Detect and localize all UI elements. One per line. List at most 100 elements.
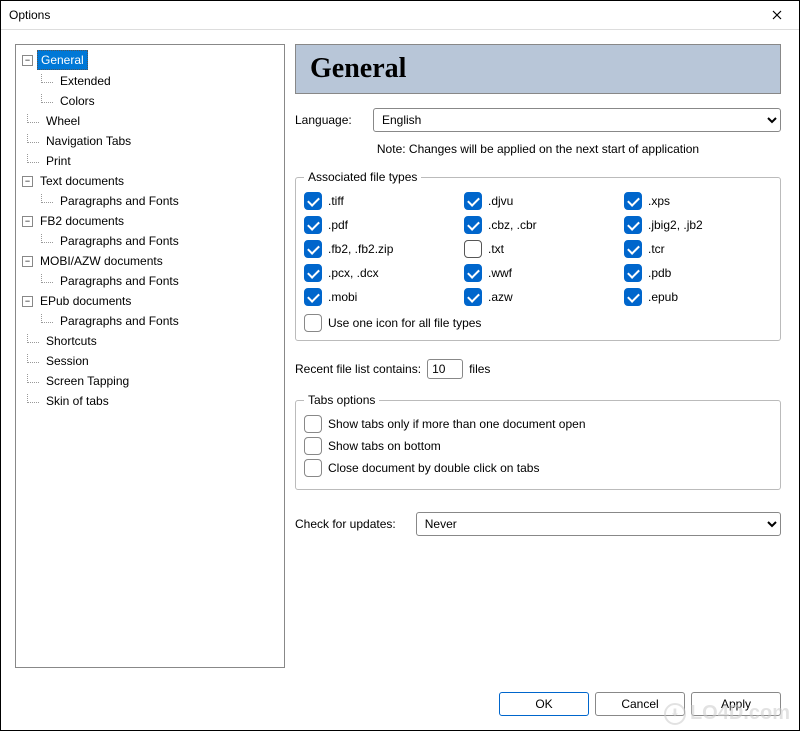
tree-leader-icon <box>41 274 53 283</box>
filetype-label: .cbz, .cbr <box>488 218 537 232</box>
recent-files-input[interactable] <box>427 359 463 379</box>
tree-item-label[interactable]: Shortcuts <box>43 332 100 350</box>
filetype-checkbox[interactable] <box>624 288 642 306</box>
use-one-icon-checkbox[interactable] <box>304 314 322 332</box>
tree-item-label[interactable]: Print <box>43 152 74 170</box>
tree-item-label[interactable]: Session <box>43 352 92 370</box>
filetype-checkbox[interactable] <box>464 216 482 234</box>
tree-collapse-icon[interactable]: − <box>22 256 33 267</box>
filetype-checkbox[interactable] <box>464 264 482 282</box>
dialog-content: −GeneralExtendedColorsWheelNavigation Ta… <box>1 30 799 682</box>
filetypes-group: Associated file types .tiff.djvu.xps.pdf… <box>295 170 781 341</box>
filetype-checkbox[interactable] <box>624 192 642 210</box>
tree-item-label[interactable]: Wheel <box>43 112 83 130</box>
filetype-label: .pdb <box>648 266 671 280</box>
tree-item[interactable]: Extended <box>34 71 282 91</box>
filetype-row: .azw <box>464 288 612 306</box>
tabs-option-label: Close document by double click on tabs <box>328 461 539 475</box>
filetype-row: .djvu <box>464 192 612 210</box>
recent-files-row: Recent file list contains: files <box>295 359 781 379</box>
tree-item-label[interactable]: Colors <box>57 92 98 110</box>
tree-item-label[interactable]: Extended <box>57 72 114 90</box>
tree-item[interactable]: Paragraphs and Fonts <box>34 231 282 251</box>
tree-item[interactable]: Skin of tabs <box>20 391 282 411</box>
tabs-option-checkbox[interactable] <box>304 437 322 455</box>
filetype-label: .djvu <box>488 194 513 208</box>
filetype-checkbox[interactable] <box>304 240 322 258</box>
filetype-checkbox[interactable] <box>624 240 642 258</box>
tree-item[interactable]: Screen Tapping <box>20 371 282 391</box>
tree-item[interactable]: Colors <box>34 91 282 111</box>
filetype-checkbox[interactable] <box>624 216 642 234</box>
tree-item-label[interactable]: Paragraphs and Fonts <box>57 192 182 210</box>
tree-item-label[interactable]: MOBI/AZW documents <box>37 252 166 270</box>
tree-item[interactable]: −MOBI/AZW documents <box>20 251 282 271</box>
tree-item[interactable]: Wheel <box>20 111 282 131</box>
tree-item[interactable]: Paragraphs and Fonts <box>34 271 282 291</box>
filetype-label: .epub <box>648 290 678 304</box>
tree-item-label[interactable]: Paragraphs and Fonts <box>57 232 182 250</box>
tree-item[interactable]: −EPub documents <box>20 291 282 311</box>
tree-item-label[interactable]: General <box>37 50 88 70</box>
category-tree[interactable]: −GeneralExtendedColorsWheelNavigation Ta… <box>18 49 282 411</box>
tree-item-label[interactable]: EPub documents <box>37 292 134 310</box>
cancel-button[interactable]: Cancel <box>595 692 685 716</box>
use-one-icon-label: Use one icon for all file types <box>328 316 481 330</box>
tree-item[interactable]: −Text documents <box>20 171 282 191</box>
tree-item[interactable]: −FB2 documents <box>20 211 282 231</box>
tree-item-label[interactable]: Text documents <box>37 172 127 190</box>
tree-collapse-icon[interactable]: − <box>22 55 33 66</box>
language-select[interactable]: English <box>373 108 781 132</box>
tree-collapse-icon[interactable]: − <box>22 296 33 307</box>
filetype-checkbox[interactable] <box>304 192 322 210</box>
tree-item-label[interactable]: Skin of tabs <box>43 392 112 410</box>
filetype-row: .wwf <box>464 264 612 282</box>
tree-item[interactable]: −General <box>20 49 282 71</box>
tree-leader-icon <box>27 114 39 123</box>
dialog-button-bar: OK Cancel Apply <box>1 682 799 730</box>
tree-leader-icon <box>41 314 53 323</box>
filetypes-legend: Associated file types <box>304 170 421 184</box>
tabs-option-checkbox[interactable] <box>304 459 322 477</box>
filetype-label: .xps <box>648 194 670 208</box>
tree-item-label[interactable]: Screen Tapping <box>43 372 132 390</box>
filetype-label: .azw <box>488 290 513 304</box>
settings-panel: General Language: English Note: Changes … <box>295 44 785 668</box>
category-tree-panel: −GeneralExtendedColorsWheelNavigation Ta… <box>15 44 285 668</box>
updates-select[interactable]: Never <box>416 512 781 536</box>
ok-button[interactable]: OK <box>499 692 589 716</box>
apply-button[interactable]: Apply <box>691 692 781 716</box>
filetype-checkbox[interactable] <box>304 288 322 306</box>
filetype-checkbox[interactable] <box>304 264 322 282</box>
tree-item[interactable]: Session <box>20 351 282 371</box>
tree-leader-icon <box>27 374 39 383</box>
tabs-option-label: Show tabs only if more than one document… <box>328 417 586 431</box>
tabs-option-checkbox[interactable] <box>304 415 322 433</box>
tabs-option-row: Show tabs on bottom <box>304 437 772 455</box>
use-one-icon-row: Use one icon for all file types <box>304 314 772 332</box>
tree-collapse-icon[interactable]: − <box>22 216 33 227</box>
tree-item-label[interactable]: Paragraphs and Fonts <box>57 272 182 290</box>
tree-item[interactable]: Paragraphs and Fonts <box>34 311 282 331</box>
tree-leader-icon <box>41 94 53 103</box>
filetype-row: .xps <box>624 192 772 210</box>
tree-item-label[interactable]: FB2 documents <box>37 212 127 230</box>
filetype-checkbox[interactable] <box>464 192 482 210</box>
updates-row: Check for updates: Never <box>295 512 781 536</box>
filetype-checkbox[interactable] <box>624 264 642 282</box>
filetype-checkbox[interactable] <box>464 240 482 258</box>
tree-item-label[interactable]: Navigation Tabs <box>43 132 134 150</box>
close-button[interactable] <box>763 5 791 25</box>
tree-item[interactable]: Shortcuts <box>20 331 282 351</box>
page-header: General <box>295 44 781 94</box>
tree-item[interactable]: Paragraphs and Fonts <box>34 191 282 211</box>
restart-note: Note: Changes will be applied on the nex… <box>295 142 781 156</box>
options-dialog: Options −GeneralExtendedColorsWheelNavig… <box>0 0 800 731</box>
close-icon <box>772 10 782 20</box>
filetype-checkbox[interactable] <box>464 288 482 306</box>
tree-item[interactable]: Navigation Tabs <box>20 131 282 151</box>
tree-item[interactable]: Print <box>20 151 282 171</box>
tree-collapse-icon[interactable]: − <box>22 176 33 187</box>
filetype-checkbox[interactable] <box>304 216 322 234</box>
tree-item-label[interactable]: Paragraphs and Fonts <box>57 312 182 330</box>
